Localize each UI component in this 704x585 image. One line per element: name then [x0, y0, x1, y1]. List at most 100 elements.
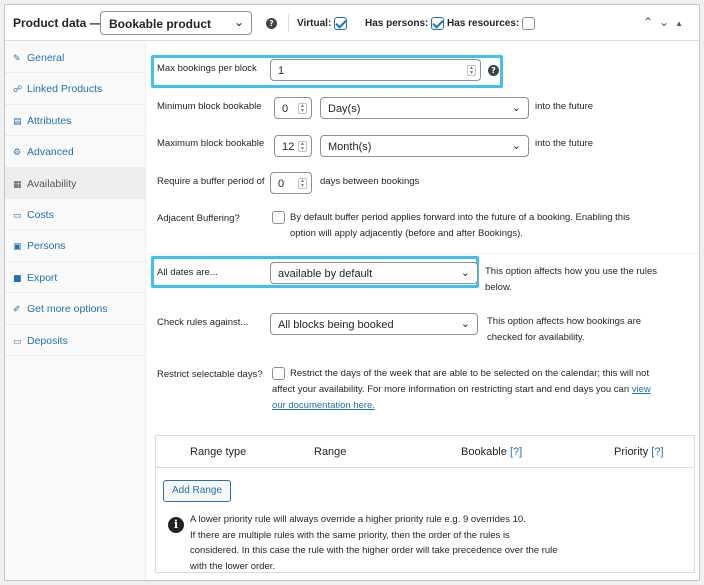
- move-up-icon[interactable]: ⌃: [643, 15, 659, 29]
- tab-label: Attributes: [27, 114, 72, 127]
- max-block-value: 12: [282, 141, 295, 153]
- tab-export[interactable]: ■ Export: [5, 262, 145, 294]
- panel-title: Product data —: [13, 16, 102, 30]
- max-bookings-input[interactable]: 1 ▲ ▼: [270, 59, 481, 81]
- info-line: with the lower order.: [190, 560, 276, 572]
- documentation-link[interactable]: our documentation here.: [272, 400, 375, 411]
- restrict-checkbox[interactable]: [272, 367, 285, 380]
- virtual-option: Virtual:: [297, 17, 348, 30]
- buffer-input[interactable]: 0 ▲ ▼: [270, 172, 312, 194]
- tab-general[interactable]: ✎ General: [5, 42, 145, 74]
- documentation-link[interactable]: view: [632, 384, 651, 395]
- check-rules-description-line: This option affects how bookings are: [487, 316, 642, 327]
- stepper-icon[interactable]: ▲ ▼: [467, 65, 476, 76]
- max-block-unit-select[interactable]: Month(s) ⌄: [320, 135, 529, 157]
- max-block-label: Maximum block bookable: [157, 138, 265, 149]
- tab-label: Advanced: [27, 146, 74, 159]
- export-icon: ■: [13, 273, 22, 284]
- help-icon[interactable]: ?: [488, 65, 499, 76]
- tab-label: Deposits: [27, 334, 68, 347]
- range-type-header: Range type: [190, 446, 247, 458]
- card-icon: ▭: [13, 336, 22, 347]
- tab-label: General: [27, 52, 65, 64]
- tab-label: Availability: [27, 177, 77, 190]
- restrict-description-line: Restrict the days of the week that are a…: [290, 368, 650, 379]
- has-persons-option: Has persons:: [365, 17, 445, 30]
- rules-table-header: Range type Range Bookable [?] Priority […: [156, 436, 694, 468]
- min-block-input[interactable]: 0 ▲ ▼: [274, 97, 312, 119]
- max-bookings-label: Max bookings per block: [157, 63, 257, 74]
- max-block-unit-value: Month(s): [328, 141, 372, 153]
- range-header: Range: [314, 446, 347, 458]
- tab-persons[interactable]: ▣ Persons: [5, 230, 145, 262]
- info-line: If there are multiple rules with the sam…: [190, 529, 510, 541]
- min-block-unit-select[interactable]: Day(s) ⌄: [320, 97, 529, 119]
- tab-label: Export: [27, 271, 58, 284]
- chevron-down-icon: ⌄: [233, 15, 244, 29]
- buffer-label: Require a buffer period of: [157, 176, 265, 187]
- max-block-input[interactable]: 12 ▲ ▼: [274, 135, 312, 157]
- all-dates-select[interactable]: available by default ⌄: [270, 262, 478, 284]
- chevron-down-icon: ⌄: [511, 140, 521, 152]
- info-icon: i: [168, 517, 184, 533]
- has-persons-checkbox[interactable]: [431, 17, 445, 30]
- virtual-label: Virtual:: [297, 18, 332, 30]
- move-down-icon[interactable]: ⌄: [659, 15, 675, 29]
- adjacent-checkbox[interactable]: [272, 211, 285, 224]
- chevron-down-icon: ⌄: [460, 267, 470, 279]
- buffer-value: 0: [278, 178, 285, 190]
- availability-rules-table: Range type Range Bookable [?] Priority […: [155, 435, 695, 573]
- virtual-checkbox[interactable]: [334, 17, 348, 30]
- min-block-label: Minimum block bookable: [157, 101, 262, 112]
- has-resources-checkbox[interactable]: [522, 17, 536, 30]
- tab-attributes[interactable]: ▤ Attributes: [5, 105, 145, 137]
- chevron-down-icon: ⌄: [511, 102, 521, 114]
- calendar-icon: ▦: [13, 179, 22, 190]
- adjacent-label: Adjacent Buffering?: [157, 213, 240, 224]
- bookable-help-link[interactable]: [?]: [510, 446, 522, 458]
- tab-deposits[interactable]: ▭ Deposits: [5, 325, 145, 356]
- product-data-panel: Product data — Bookable product ⌄ ? Virt…: [4, 4, 700, 581]
- toggle-panel-icon[interactable]: ▲: [675, 19, 689, 28]
- min-block-unit-value: Day(s): [328, 103, 361, 115]
- restrict-description: Restrict the days of the week that are a…: [290, 366, 695, 382]
- stepper-icon[interactable]: ▲ ▼: [298, 103, 307, 114]
- tab-advanced[interactable]: ⚙ Advanced: [5, 136, 145, 168]
- tab-availability[interactable]: ▦ Availability: [5, 167, 145, 199]
- list-icon: ▤: [13, 116, 22, 127]
- product-type-select[interactable]: Bookable product ⌄: [100, 11, 252, 35]
- check-rules-description-line: checked for availability.: [487, 332, 585, 343]
- stepper-icon[interactable]: ▲ ▼: [298, 178, 307, 189]
- stepper-icon[interactable]: ▲ ▼: [298, 141, 307, 152]
- panel-sort-controls: ⌃⌄▲: [643, 15, 689, 29]
- tab-get-more-options[interactable]: ✐ Get more options: [5, 293, 145, 325]
- product-type-value: Bookable product: [109, 17, 212, 31]
- card-icon: ▭: [13, 210, 22, 221]
- wrench-icon: ✎: [13, 54, 21, 64]
- info-line: A lower priority rule will always overri…: [190, 514, 526, 525]
- max-bookings-value: 1: [278, 65, 285, 77]
- header-divider: [288, 14, 289, 32]
- has-resources-option: Has resources:: [447, 17, 536, 30]
- all-dates-description-line: below.: [485, 282, 512, 293]
- bookable-header: Bookable [?]: [461, 446, 522, 458]
- check-rules-value: All blocks being booked: [278, 319, 394, 331]
- gear-icon: ⚙: [13, 148, 22, 159]
- check-rules-label: Check rules against...: [157, 317, 249, 328]
- tab-linked-products[interactable]: ☍ Linked Products: [5, 73, 145, 105]
- priority-help-link[interactable]: [?]: [651, 446, 663, 458]
- check-rules-select[interactable]: All blocks being booked ⌄: [270, 313, 478, 335]
- help-icon[interactable]: ?: [266, 18, 277, 29]
- buffer-suffix: days between bookings: [320, 176, 420, 187]
- restrict-description-line: affect your availability. For more infor…: [272, 384, 632, 395]
- product-data-header: Product data — Bookable product ⌄ ? Virt…: [5, 5, 699, 41]
- all-dates-description: This option affects how you use the rule…: [485, 264, 695, 296]
- priority-info-text: A lower priority rule will always overri…: [190, 512, 640, 574]
- person-icon: ▣: [13, 242, 22, 253]
- tab-label: Linked Products: [27, 83, 103, 96]
- all-dates-value: available by default: [278, 268, 373, 280]
- tab-costs[interactable]: ▭ Costs: [5, 199, 145, 231]
- product-data-tabs: ✎ General ☍ Linked Products ▤ Attributes ⚙ A…: [5, 42, 146, 580]
- add-range-button[interactable]: Add Range: [163, 480, 231, 502]
- bookable-header-label: Bookable: [461, 446, 507, 458]
